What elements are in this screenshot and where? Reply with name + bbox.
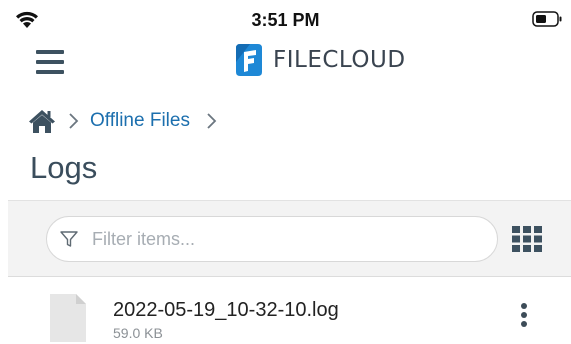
nav-bar: FILECLOUD <box>0 40 571 90</box>
page-title: Logs <box>30 150 98 185</box>
file-icon <box>50 294 86 342</box>
filter-icon <box>60 231 78 247</box>
filecloud-logo: FILECLOUD <box>232 40 406 80</box>
home-icon[interactable] <box>28 108 56 134</box>
list-item[interactable]: 2022-05-19_10-32-10.log 59.0 KB <box>0 278 571 344</box>
file-size: 59.0 KB <box>113 325 163 341</box>
grid-view-icon[interactable] <box>512 226 542 252</box>
filter-bar: Filter items... <box>8 200 571 277</box>
filecloud-logo-icon <box>236 44 262 76</box>
filter-input[interactable]: Filter items... <box>46 216 498 262</box>
status-time: 3:51 PM <box>251 10 320 30</box>
hamburger-menu-icon[interactable] <box>36 50 64 76</box>
status-bar: 3:51 PM <box>0 0 571 40</box>
chevron-right-icon <box>207 113 217 129</box>
breadcrumb-item-offline-files[interactable]: Offline Files <box>90 110 190 132</box>
chevron-right-icon <box>69 113 79 129</box>
battery-icon <box>532 11 562 27</box>
filter-placeholder: Filter items... <box>92 228 196 249</box>
more-options-icon[interactable] <box>516 303 532 335</box>
brand-name: FILECLOUD <box>273 47 406 73</box>
file-name: 2022-05-19_10-32-10.log <box>113 299 339 321</box>
breadcrumb: Offline Files <box>28 106 228 136</box>
